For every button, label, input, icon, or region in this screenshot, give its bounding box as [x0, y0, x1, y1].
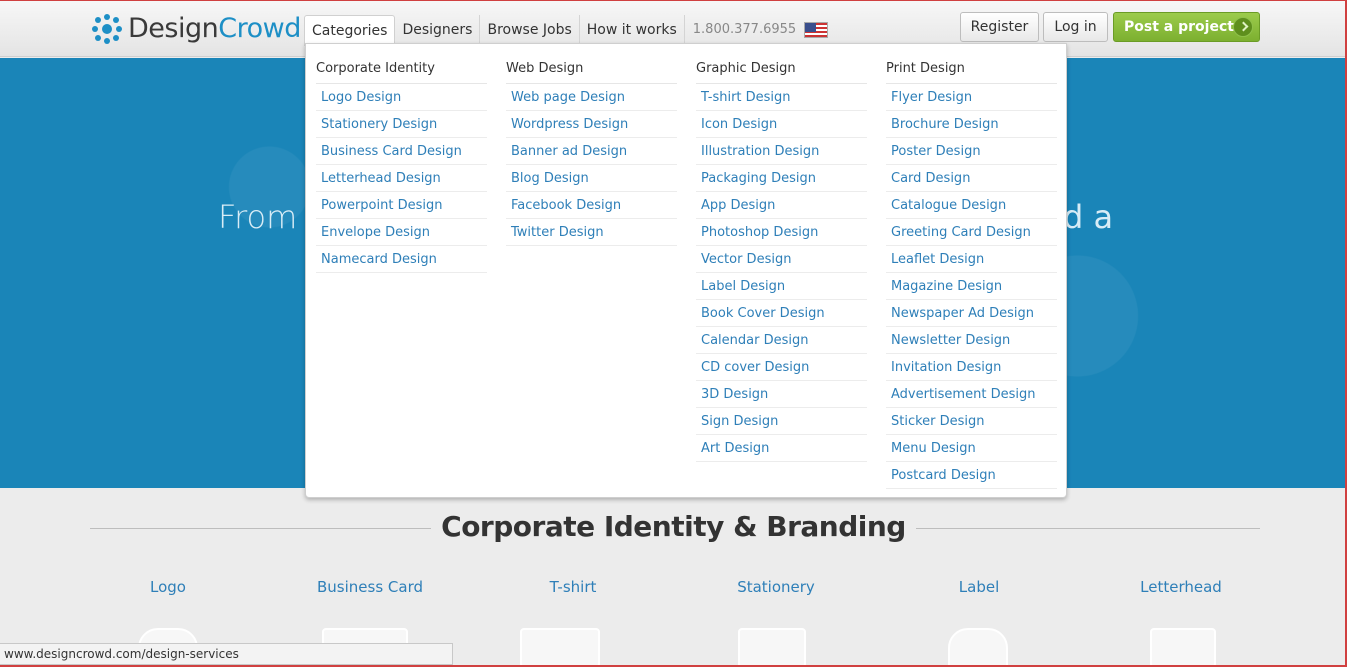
menu-link[interactable]: Business Card Design [316, 138, 487, 165]
main-nav: Categories Designers Browse Jobs How it … [304, 14, 829, 46]
menu-link[interactable]: Newsletter Design [886, 327, 1057, 354]
menu-link[interactable]: Packaging Design [696, 165, 867, 192]
menu-link[interactable]: App Design [696, 192, 867, 219]
menu-link[interactable]: T-shirt Design [696, 84, 867, 111]
menu-link[interactable]: Newspaper Ad Design [886, 300, 1057, 327]
category-label[interactable]: Label [909, 578, 1049, 596]
menu-link[interactable]: Leaflet Design [886, 246, 1057, 273]
category-tshirt[interactable]: T-shirt [503, 578, 643, 596]
menu-link[interactable]: Sign Design [696, 408, 867, 435]
post-project-button[interactable]: Post a project [1113, 12, 1260, 42]
column-heading: Corporate Identity [316, 54, 487, 84]
arrow-right-icon [1233, 17, 1253, 37]
letterhead-thumbnail[interactable] [1150, 628, 1216, 667]
menu-link[interactable]: Sticker Design [886, 408, 1057, 435]
category-business-card[interactable]: Business Card [300, 578, 440, 596]
logo-text: DesignCrowd [128, 13, 301, 44]
menu-link[interactable]: Blog Design [506, 165, 677, 192]
menu-link[interactable]: Greeting Card Design [886, 219, 1057, 246]
menu-link[interactable]: Card Design [886, 165, 1057, 192]
nav-browse-jobs[interactable]: Browse Jobs [480, 15, 580, 45]
column-heading: Print Design [886, 54, 1057, 84]
hero-text-left: From l [218, 198, 317, 236]
register-button[interactable]: Register [960, 12, 1039, 42]
menu-link[interactable]: Vector Design [696, 246, 867, 273]
phone-number: 1.800.377.6955 [692, 22, 797, 37]
menu-link[interactable]: Art Design [696, 435, 867, 462]
menu-link[interactable]: Brochure Design [886, 111, 1057, 138]
menu-link[interactable]: Invitation Design [886, 354, 1057, 381]
label-thumbnail[interactable] [948, 628, 1008, 667]
us-flag-icon[interactable] [804, 22, 829, 38]
menu-link[interactable]: Calendar Design [696, 327, 867, 354]
column-heading: Graphic Design [696, 54, 867, 84]
menu-link[interactable]: Label Design [696, 273, 867, 300]
hero-text-right: d a [1063, 198, 1114, 236]
column-print-design: Print Design Flyer Design Brochure Desig… [886, 54, 1057, 489]
menu-link[interactable]: Illustration Design [696, 138, 867, 165]
menu-link[interactable]: Icon Design [696, 111, 867, 138]
categories-dropdown: Corporate Identity Logo Design Stationer… [305, 43, 1067, 498]
nav-designers[interactable]: Designers [395, 15, 481, 45]
menu-link[interactable]: 3D Design [696, 381, 867, 408]
menu-link[interactable]: Poster Design [886, 138, 1057, 165]
menu-link[interactable]: Banner ad Design [506, 138, 677, 165]
post-project-label: Post a project [1124, 19, 1234, 35]
menu-link[interactable]: Book Cover Design [696, 300, 867, 327]
menu-link[interactable]: Letterhead Design [316, 165, 487, 192]
menu-link[interactable]: Catalogue Design [886, 192, 1057, 219]
menu-link[interactable]: Postcard Design [886, 462, 1057, 489]
menu-link[interactable]: Web page Design [506, 84, 677, 111]
column-corporate-identity: Corporate Identity Logo Design Stationer… [316, 54, 487, 273]
menu-link[interactable]: Logo Design [316, 84, 487, 111]
stationery-thumbnail[interactable] [738, 628, 806, 667]
menu-link[interactable]: Photoshop Design [696, 219, 867, 246]
menu-link[interactable]: Wordpress Design [506, 111, 677, 138]
menu-link[interactable]: Powerpoint Design [316, 192, 487, 219]
section-title: Corporate Identity & Branding [0, 510, 1347, 543]
tshirt-thumbnail[interactable] [520, 628, 600, 667]
corporate-identity-section: Corporate Identity & Branding Logo Busin… [0, 488, 1347, 667]
nav-how-it-works[interactable]: How it works [580, 15, 685, 45]
menu-link[interactable]: CD cover Design [696, 354, 867, 381]
menu-link[interactable]: Envelope Design [316, 219, 487, 246]
logo-icon [92, 13, 122, 44]
menu-link[interactable]: Menu Design [886, 435, 1057, 462]
menu-link[interactable]: Twitter Design [506, 219, 677, 246]
menu-link[interactable]: Namecard Design [316, 246, 487, 273]
category-letterhead[interactable]: Letterhead [1111, 578, 1251, 596]
menu-link[interactable]: Advertisement Design [886, 381, 1057, 408]
menu-link[interactable]: Flyer Design [886, 84, 1057, 111]
column-heading: Web Design [506, 54, 677, 84]
category-stationery[interactable]: Stationery [706, 578, 846, 596]
column-graphic-design: Graphic Design T-shirt Design Icon Desig… [696, 54, 867, 462]
browser-status-bar: www.designcrowd.com/design-services [0, 643, 453, 665]
menu-link[interactable]: Facebook Design [506, 192, 677, 219]
category-logo[interactable]: Logo [98, 578, 238, 596]
column-web-design: Web Design Web page Design Wordpress Des… [506, 54, 677, 246]
designcrowd-logo[interactable]: DesignCrowd [92, 13, 301, 44]
nav-categories[interactable]: Categories [304, 14, 396, 46]
menu-link[interactable]: Magazine Design [886, 273, 1057, 300]
login-button[interactable]: Log in [1043, 12, 1108, 42]
menu-link[interactable]: Stationery Design [316, 111, 487, 138]
